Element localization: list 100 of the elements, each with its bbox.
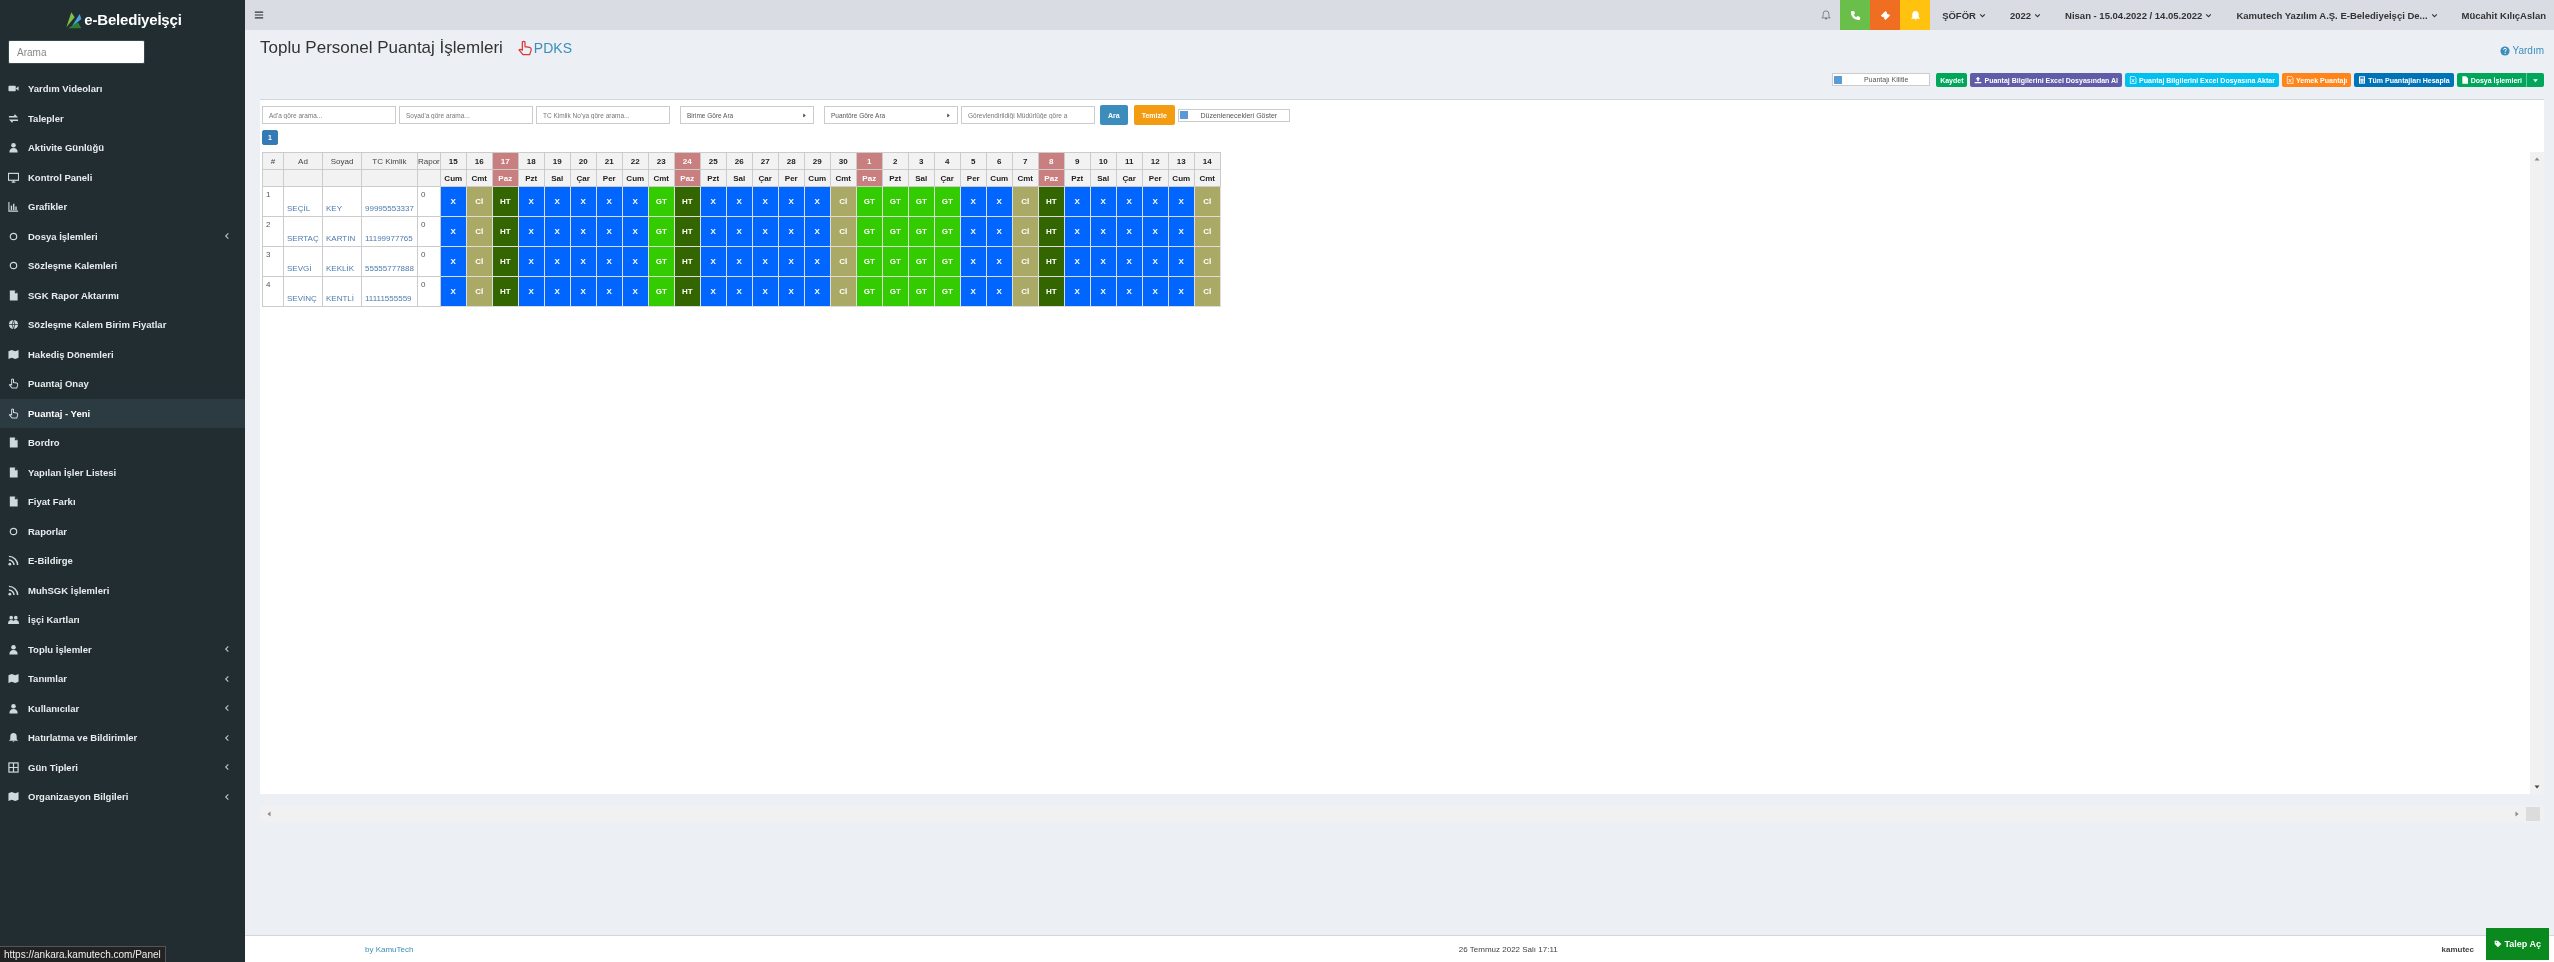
- document-icon: [8, 466, 19, 478]
- sidebar-item[interactable]: Fiyat Farkı: [0, 487, 245, 517]
- sidebar-item[interactable]: Dosya İşlemleri: [0, 221, 245, 251]
- row-number: 1: [262, 186, 284, 217]
- sidebar-item[interactable]: Kullanıcılar: [0, 693, 245, 723]
- day-number: 5: [960, 152, 987, 170]
- sidebar-item[interactable]: Gün Tipleri: [0, 752, 245, 782]
- ticket-button[interactable]: [1870, 0, 1901, 30]
- caret-icon: [802, 112, 807, 118]
- day-number: 21: [596, 152, 623, 170]
- caret-icon: [946, 112, 951, 118]
- dropdown-menu[interactable]: 2022: [1997, 0, 2054, 30]
- report-cell: 0: [417, 276, 441, 307]
- id-number-cell: 11111555559: [361, 276, 418, 307]
- day-number: 26: [726, 152, 753, 170]
- sidebar-item[interactable]: Raporlar: [0, 516, 245, 546]
- logo-text: e-Belediyeİşçi: [84, 10, 182, 28]
- scrollbar-corner: [2526, 807, 2540, 821]
- chevron-left-icon: [223, 792, 231, 801]
- dropdown-toggle[interactable]: [2526, 73, 2544, 87]
- dropdown-menu[interactable]: Nisan - 15.04.2022 / 14.05.2022: [2053, 0, 2225, 30]
- chevron-left-icon: [223, 645, 231, 654]
- search-field[interactable]: Arama: [8, 40, 145, 64]
- scroll-right-icon[interactable]: [2514, 811, 2520, 817]
- tag-icon: [2494, 940, 2503, 948]
- scroll-up-icon[interactable]: [2534, 156, 2540, 162]
- rss-icon: [8, 584, 19, 596]
- document-icon: [8, 289, 19, 301]
- id-number-cell: 11199977765: [361, 216, 418, 247]
- sidebar-item[interactable]: Puantaj Onay: [0, 369, 245, 399]
- dropdown-menu[interactable]: Kamutech Yazılım A.Ş. E-Belediyeİşçi De...: [2224, 0, 2450, 30]
- map-icon: [8, 348, 19, 360]
- day-number: 19: [544, 152, 571, 170]
- bell-icon: [1909, 9, 1921, 21]
- user-name[interactable]: Mücahit KılıçAslan: [2449, 0, 2554, 30]
- pdks-link[interactable]: PDKS: [516, 40, 572, 56]
- caret-icon: [2034, 11, 2042, 19]
- sidebar-item[interactable]: Grafikler: [0, 192, 245, 222]
- sidebar-item[interactable]: Hatırlatma ve Bildirimler: [0, 723, 245, 753]
- phone-button[interactable]: [1840, 0, 1871, 30]
- user-icon: [8, 702, 19, 714]
- sidebar-item[interactable]: Hakediş Dönemleri: [0, 339, 245, 369]
- bar-chart-icon: [8, 201, 19, 213]
- sidebar-item[interactable]: Toplu İşlemler: [0, 634, 245, 664]
- caret-icon: [2430, 11, 2438, 19]
- chevron-left-icon: [223, 232, 231, 241]
- day-number: 14: [1194, 152, 1221, 170]
- circle-icon: [8, 230, 19, 242]
- users-icon: [8, 614, 19, 626]
- sidebar-item[interactable]: Tanımlar: [0, 664, 245, 694]
- day-number: 28: [778, 152, 805, 170]
- day-number: 4: [934, 152, 961, 170]
- sidebar-item[interactable]: Sözleşme Kalemleri: [0, 251, 245, 281]
- help-link[interactable]: Yardım: [2499, 45, 2544, 56]
- sidebar-item[interactable]: Puantaj - Yeni: [0, 398, 245, 428]
- day-number: 8: [1038, 152, 1065, 170]
- sidebar-item[interactable]: Sözleşme Kalem Birim Fiyatlar: [0, 310, 245, 340]
- monitor-icon: [8, 171, 19, 183]
- report-cell: 0: [417, 216, 441, 247]
- document-icon: [8, 437, 19, 449]
- chevron-left-icon: [223, 763, 231, 772]
- day-number: 22: [622, 152, 649, 170]
- caret-icon: [1978, 11, 1986, 19]
- sidebar-item[interactable]: Organizasyon Bilgileri: [0, 782, 245, 812]
- day-number: 30: [830, 152, 857, 170]
- sidebar-item[interactable]: E-Bildirge: [0, 546, 245, 576]
- bell-icon[interactable]: [1821, 10, 1832, 20]
- chevron-left-icon: [223, 674, 231, 683]
- sidebar-item[interactable]: MuhSGK İşlemleri: [0, 575, 245, 605]
- horizontal-scrollbar[interactable]: [260, 806, 2544, 822]
- sidebar-item[interactable]: Kontrol Paneli: [0, 162, 245, 192]
- surname-cell: KEKLİK: [322, 246, 362, 277]
- page-title: Toplu Personel Puantaj İşlemleri: [260, 38, 503, 58]
- circle-icon: [8, 260, 19, 272]
- day-number: 2: [882, 152, 909, 170]
- request-button[interactable]: Talep Aç: [2486, 928, 2549, 960]
- sidebar-item[interactable]: SGK Rapor Aktarımı: [0, 280, 245, 310]
- sidebar-item[interactable]: Aktivite Günlüğü: [0, 133, 245, 163]
- pointing-hand-icon: [8, 407, 19, 419]
- menu-icon[interactable]: [254, 10, 264, 20]
- day-number: 16: [466, 152, 493, 170]
- row-number: 3: [262, 246, 284, 277]
- vertical-scrollbar[interactable]: [2530, 152, 2544, 794]
- notification-button[interactable]: [1900, 0, 1931, 30]
- credit-link[interactable]: by KamuTech: [245, 944, 845, 954]
- sidebar-item[interactable]: Bordro: [0, 428, 245, 458]
- sidebar-item[interactable]: Talepler: [0, 103, 245, 133]
- dropdown-menu[interactable]: ŞÖFÖR: [1930, 0, 1998, 30]
- pointing-hand-icon: [516, 40, 533, 56]
- footer-text: kamutec: [2441, 944, 2474, 954]
- sidebar-item[interactable]: Yapılan İşler Listesi: [0, 457, 245, 487]
- scroll-left-icon[interactable]: [266, 811, 272, 817]
- day-number: 3: [908, 152, 935, 170]
- sidebar-item[interactable]: Yardım Videoları: [0, 74, 245, 104]
- day-number: 13: [1168, 152, 1195, 170]
- footer-date: 26 Temmuz 2022 Salı 17:11: [1457, 944, 1559, 954]
- scroll-down-icon[interactable]: [2534, 784, 2540, 790]
- sidebar-item[interactable]: İşçi Kartları: [0, 605, 245, 635]
- user-icon: [8, 142, 19, 154]
- column-header: Rapor: [417, 152, 441, 170]
